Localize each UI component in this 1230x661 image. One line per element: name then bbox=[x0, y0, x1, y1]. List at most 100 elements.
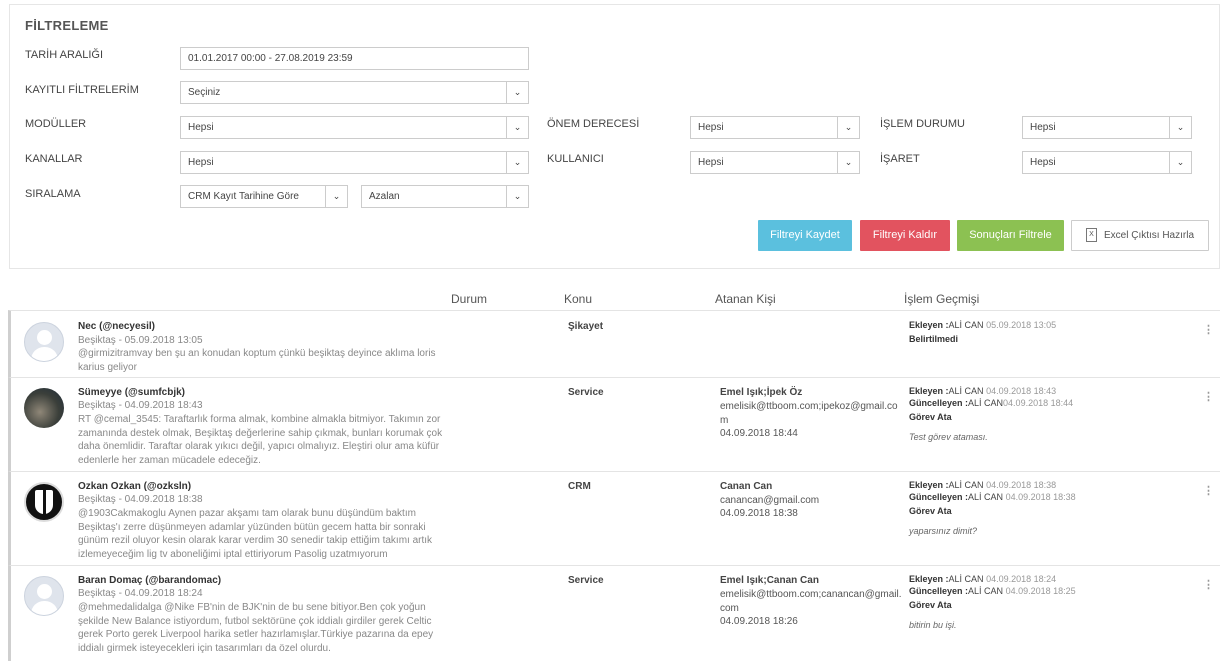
avatar bbox=[24, 576, 64, 616]
column-header-assignee: Atanan Kişi bbox=[715, 292, 776, 306]
excel-file-icon: X bbox=[1085, 228, 1097, 243]
more-options-icon[interactable]: ⋮ bbox=[1203, 323, 1214, 336]
priority-label: ÖNEM DERECESİ bbox=[547, 118, 640, 130]
column-header-status: Durum bbox=[451, 292, 488, 306]
chevron-down-icon: ⌄ bbox=[1169, 117, 1191, 138]
channels-value: Hepsi bbox=[188, 157, 214, 168]
mark-label: İŞARET bbox=[880, 153, 920, 165]
more-options-icon[interactable]: ⋮ bbox=[1203, 484, 1214, 497]
sorting-label: SIRALAMA bbox=[25, 188, 81, 200]
user-name[interactable]: Nec (@necyesil) bbox=[78, 321, 155, 332]
more-options-icon[interactable]: ⋮ bbox=[1203, 578, 1214, 591]
post-message: @mehmedalidalga @Nike FB'nin de BJK'nin … bbox=[78, 602, 434, 654]
topic-value: Şikayet bbox=[568, 321, 604, 332]
sorting-order-select[interactable]: Azalan ⌄ bbox=[361, 185, 529, 208]
sorting-order-value: Azalan bbox=[369, 191, 400, 202]
user-select[interactable]: Hepsi ⌄ bbox=[690, 151, 860, 174]
mark-value: Hepsi bbox=[1030, 157, 1056, 168]
avatar bbox=[24, 388, 64, 428]
history-status: Belirtilmedi bbox=[909, 334, 959, 344]
process-status-label: İŞLEM DURUMU bbox=[880, 118, 965, 130]
assignee-date: 04.09.2018 18:44 bbox=[720, 428, 798, 439]
priority-select[interactable]: Hepsi ⌄ bbox=[690, 116, 860, 139]
column-header-topic: Konu bbox=[564, 292, 593, 306]
user-name[interactable]: Sümeyye (@sumfcbjk) bbox=[78, 387, 185, 398]
chevron-down-icon: ⌄ bbox=[506, 117, 528, 138]
sorting-field-select[interactable]: CRM Kayıt Tarihine Göre ⌄ bbox=[180, 185, 348, 208]
chevron-down-icon: ⌄ bbox=[506, 82, 528, 103]
assignee-name: Emel Işık;İpek Öz bbox=[720, 387, 803, 398]
post-message: RT @cemal_3545: Taraftarlık forma almak,… bbox=[78, 414, 443, 466]
priority-value: Hepsi bbox=[698, 122, 724, 133]
saved-filters-value: Seçiniz bbox=[188, 87, 221, 98]
assignee-email: emelisik@ttboom.com;ipekoz@gmail.com bbox=[720, 401, 898, 426]
mark-select[interactable]: Hepsi ⌄ bbox=[1022, 151, 1192, 174]
post-meta: Beşiktaş - 04.09.2018 18:24 bbox=[78, 588, 203, 599]
chevron-down-icon: ⌄ bbox=[837, 152, 859, 173]
post-message: @1903Cakmakoglu Aynen pazar akşamı tam o… bbox=[78, 508, 433, 560]
more-options-icon[interactable]: ⋮ bbox=[1203, 390, 1214, 403]
assignee-email: canancan@gmail.com bbox=[720, 495, 820, 506]
table-row[interactable]: Ozkan Ozkan (@ozksln) Beşiktaş - 04.09.2… bbox=[8, 471, 1220, 565]
saved-filters-label: KAYITLI FİLTRELERİM bbox=[25, 84, 139, 96]
assignee-date: 04.09.2018 18:26 bbox=[720, 616, 798, 627]
chevron-down-icon: ⌄ bbox=[506, 186, 528, 207]
user-value: Hepsi bbox=[698, 157, 724, 168]
excel-export-button[interactable]: X Excel Çıktısı Hazırla bbox=[1071, 220, 1209, 251]
history-status: Görev Ata bbox=[909, 412, 952, 422]
post-meta: Beşiktaş - 04.09.2018 18:38 bbox=[78, 494, 203, 505]
table-row[interactable]: Baran Domaç (@barandomac) Beşiktaş - 04.… bbox=[8, 565, 1220, 661]
chevron-down-icon: ⌄ bbox=[506, 152, 528, 173]
date-range-label: TARİH ARALIĞI bbox=[25, 49, 104, 61]
modules-select[interactable]: Hepsi ⌄ bbox=[180, 116, 529, 139]
modules-label: MODÜLLER bbox=[25, 118, 87, 130]
assignee-name: Canan Can bbox=[720, 481, 773, 492]
history-status: Görev Ata bbox=[909, 506, 952, 516]
process-status-select[interactable]: Hepsi ⌄ bbox=[1022, 116, 1192, 139]
assignee-name: Emel Işık;Canan Can bbox=[720, 575, 819, 586]
history-updated: Güncelleyen :ALİ CAN04.09.2018 18:44 bbox=[909, 398, 1074, 408]
avatar bbox=[24, 322, 64, 362]
history-updated: Güncelleyen :ALİ CAN 04.09.2018 18:25 bbox=[909, 586, 1076, 596]
post-meta: Beşiktaş - 04.09.2018 18:43 bbox=[78, 400, 203, 411]
history-note: Test görev ataması. bbox=[909, 432, 988, 442]
history-added: Ekleyen :ALİ CAN 05.09.2018 13:05 bbox=[909, 320, 1057, 330]
post-meta: Beşiktaş - 05.09.2018 13:05 bbox=[78, 335, 203, 346]
save-filter-button[interactable]: Filtreyi Kaydet bbox=[758, 220, 852, 251]
assignee-email: emelisik@ttboom.com;canancan@gmail.com bbox=[720, 589, 902, 614]
user-name[interactable]: Ozkan Ozkan (@ozksln) bbox=[78, 481, 191, 492]
apply-filter-button[interactable]: Sonuçları Filtrele bbox=[957, 220, 1064, 251]
excel-export-label: Excel Çıktısı Hazırla bbox=[1103, 230, 1195, 241]
modules-value: Hepsi bbox=[188, 122, 214, 133]
remove-filter-button[interactable]: Filtreyi Kaldır bbox=[860, 220, 950, 251]
column-header-history: İşlem Geçmişi bbox=[904, 292, 980, 306]
history-added: Ekleyen :ALİ CAN 04.09.2018 18:24 bbox=[909, 574, 1057, 584]
avatar bbox=[24, 482, 64, 522]
history-updated: Güncelleyen :ALİ CAN 04.09.2018 18:38 bbox=[909, 492, 1076, 502]
assignee-date: 04.09.2018 18:38 bbox=[720, 508, 798, 519]
filter-title: FİLTRELEME bbox=[25, 18, 109, 33]
chevron-down-icon: ⌄ bbox=[325, 186, 347, 207]
post-message: @girmizitramvay ben şu an konudan koptum… bbox=[78, 348, 436, 373]
date-range-input[interactable]: 01.01.2017 00:00 - 27.08.2019 23:59 bbox=[180, 47, 529, 70]
history-added: Ekleyen :ALİ CAN 04.09.2018 18:43 bbox=[909, 386, 1057, 396]
saved-filters-select[interactable]: Seçiniz ⌄ bbox=[180, 81, 529, 104]
filter-panel: FİLTRELEME TARİH ARALIĞI 01.01.2017 00:0… bbox=[9, 4, 1220, 269]
topic-value: Service bbox=[568, 575, 604, 586]
topic-value: CRM bbox=[568, 481, 591, 492]
channels-select[interactable]: Hepsi ⌄ bbox=[180, 151, 529, 174]
channels-label: KANALLAR bbox=[25, 153, 83, 165]
process-status-value: Hepsi bbox=[1030, 122, 1056, 133]
user-label: KULLANICI bbox=[547, 153, 604, 165]
chevron-down-icon: ⌄ bbox=[837, 117, 859, 138]
topic-value: Service bbox=[568, 387, 604, 398]
history-note: bitirin bu işi. bbox=[909, 620, 957, 630]
chevron-down-icon: ⌄ bbox=[1169, 152, 1191, 173]
user-name[interactable]: Baran Domaç (@barandomac) bbox=[78, 575, 221, 586]
sorting-field-value: CRM Kayıt Tarihine Göre bbox=[188, 191, 299, 202]
history-status: Görev Ata bbox=[909, 600, 952, 610]
table-row[interactable]: Nec (@necyesil) Beşiktaş - 05.09.2018 13… bbox=[8, 310, 1220, 377]
history-note: yaparsınız dimit? bbox=[909, 526, 978, 536]
history-added: Ekleyen :ALİ CAN 04.09.2018 18:38 bbox=[909, 480, 1057, 490]
table-row[interactable]: Sümeyye (@sumfcbjk) Beşiktaş - 04.09.201… bbox=[8, 377, 1220, 471]
